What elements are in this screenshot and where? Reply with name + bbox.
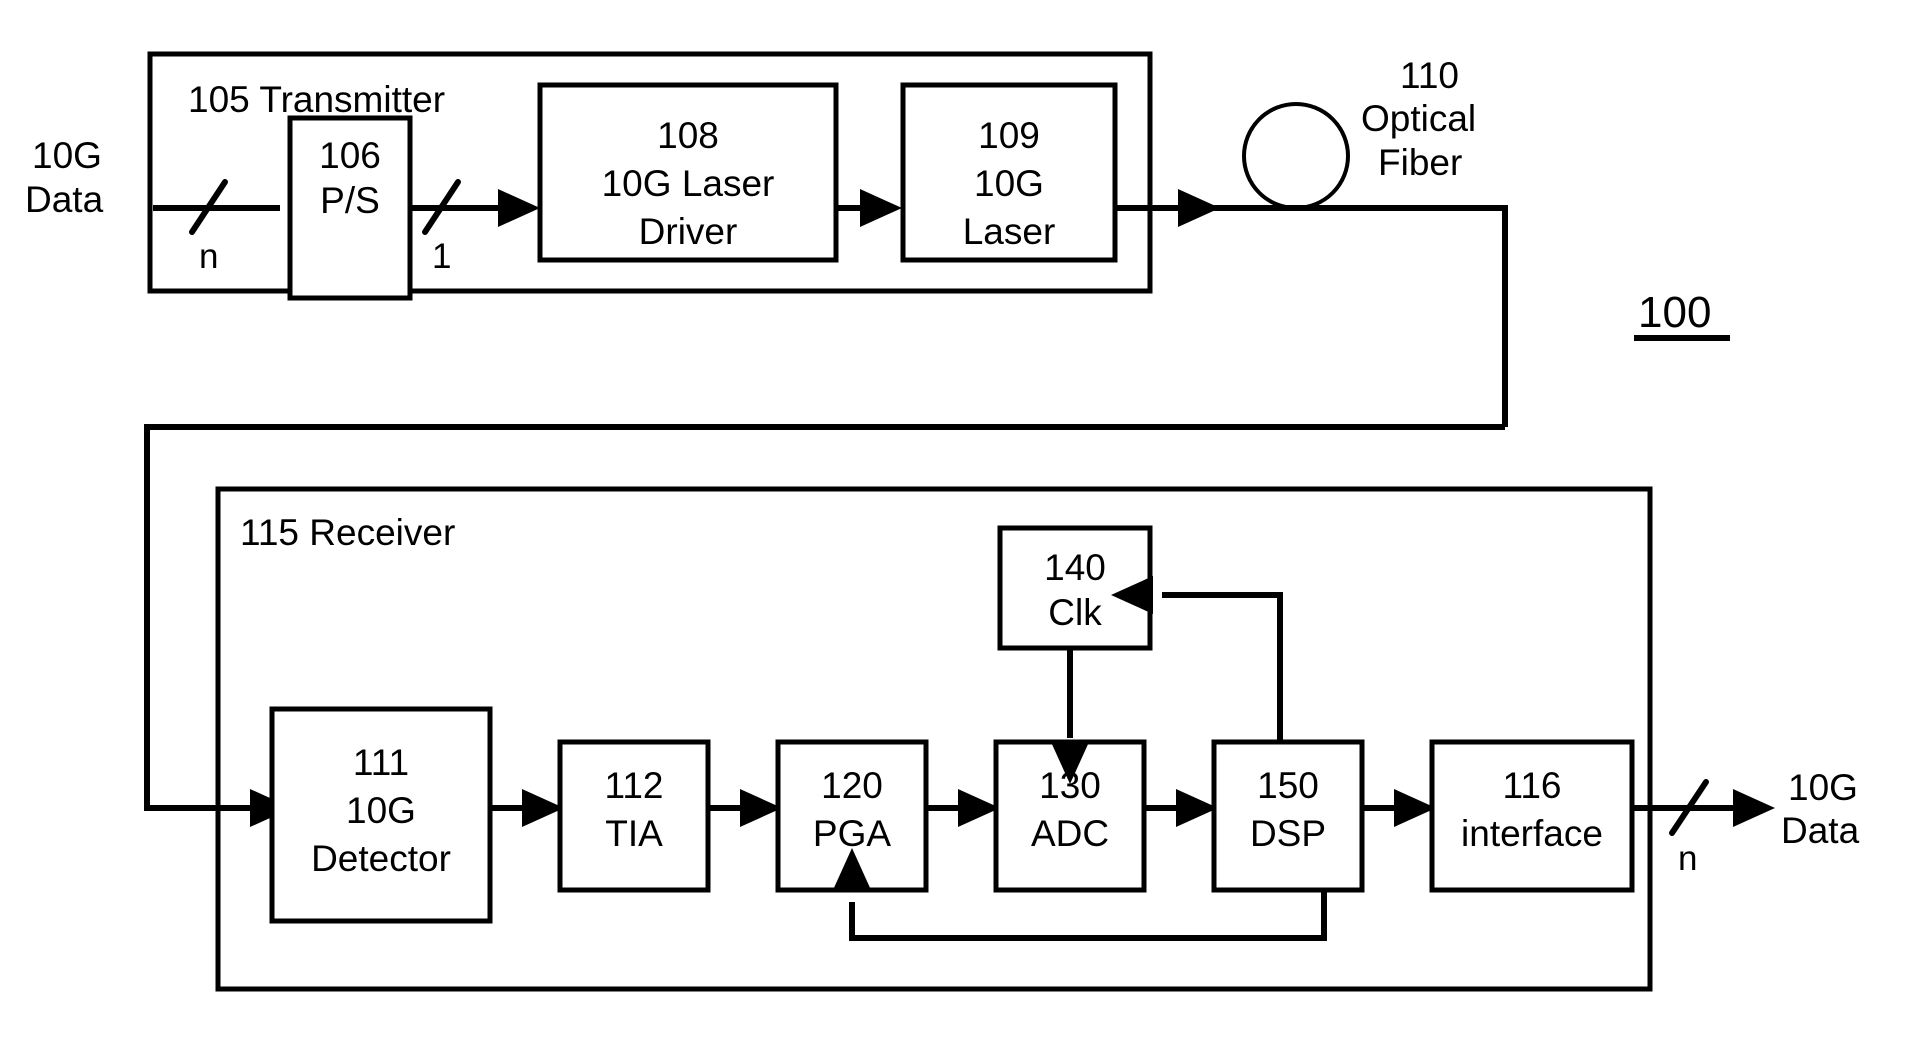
output-bus-width-label: n [1678,839,1697,878]
block-150-name: DSP [1250,813,1326,854]
block-140-ref: 140 [1044,547,1106,588]
wire-fiber-down [1205,205,1508,427]
arrowhead-laser-driver-to-laser [860,189,902,227]
block-130-name: ADC [1031,813,1109,854]
block-116-name: interface [1461,813,1603,854]
output-data-label-line2: Data [1781,810,1860,851]
block-112-name: TIA [605,813,663,854]
fiber-ref-label: 110 [1400,55,1459,96]
wire-dsp-to-clk [1162,592,1283,742]
receiver-group-label: 115 Receiver [240,512,455,553]
block-112-ref: 112 [605,765,664,806]
arrowhead-output [1733,789,1775,827]
block-106-name: P/S [320,180,380,221]
tx-serial-bus-width-label: 1 [432,237,451,276]
block-150-ref: 150 [1257,765,1319,806]
block-111-name-line2: Detector [311,838,451,879]
block-140-name: Clk [1048,592,1102,633]
input-bus-width-label: n [199,237,218,276]
block-diagram: 105 Transmitter 10G Data n 106 P/S 1 108… [25,51,1860,992]
input-data-label-line2: Data [25,179,104,220]
block-116-ref: 116 [1503,765,1562,806]
input-data-label-line1: 10G [32,135,102,176]
block-109-name-line1: 10G [974,163,1044,204]
output-data-label-line1: 10G [1788,767,1858,808]
block-120-name: PGA [813,813,891,854]
block-109-ref: 109 [978,115,1040,156]
optical-fiber-icon [1242,102,1350,210]
fiber-name-line1: Optical [1361,98,1476,139]
transmitter-group-label: 105 Transmitter [188,79,445,120]
wire-dsp-gain-feedback-to-pga [849,890,1327,941]
fiber-name-line2: Fiber [1378,142,1462,183]
figure-reference-underline [1634,335,1730,341]
block-120-ref: 120 [821,765,883,806]
figure-canvas: 105 Transmitter 10G Data n 106 P/S 1 108… [0,0,1911,1046]
block-109-name-line2: Laser [963,211,1056,252]
block-111-ref: 111 [353,742,409,783]
block-106-ref: 106 [319,135,381,176]
block-108-ref: 108 [657,115,719,156]
block-108-name-line2: Driver [639,211,738,252]
arrowhead-ps-to-laser-driver [498,189,540,227]
block-108-name-line1: 10G Laser [602,163,775,204]
block-111-name-line1: 10G [346,790,416,831]
figure-reference-numeral: 100 [1638,288,1711,337]
